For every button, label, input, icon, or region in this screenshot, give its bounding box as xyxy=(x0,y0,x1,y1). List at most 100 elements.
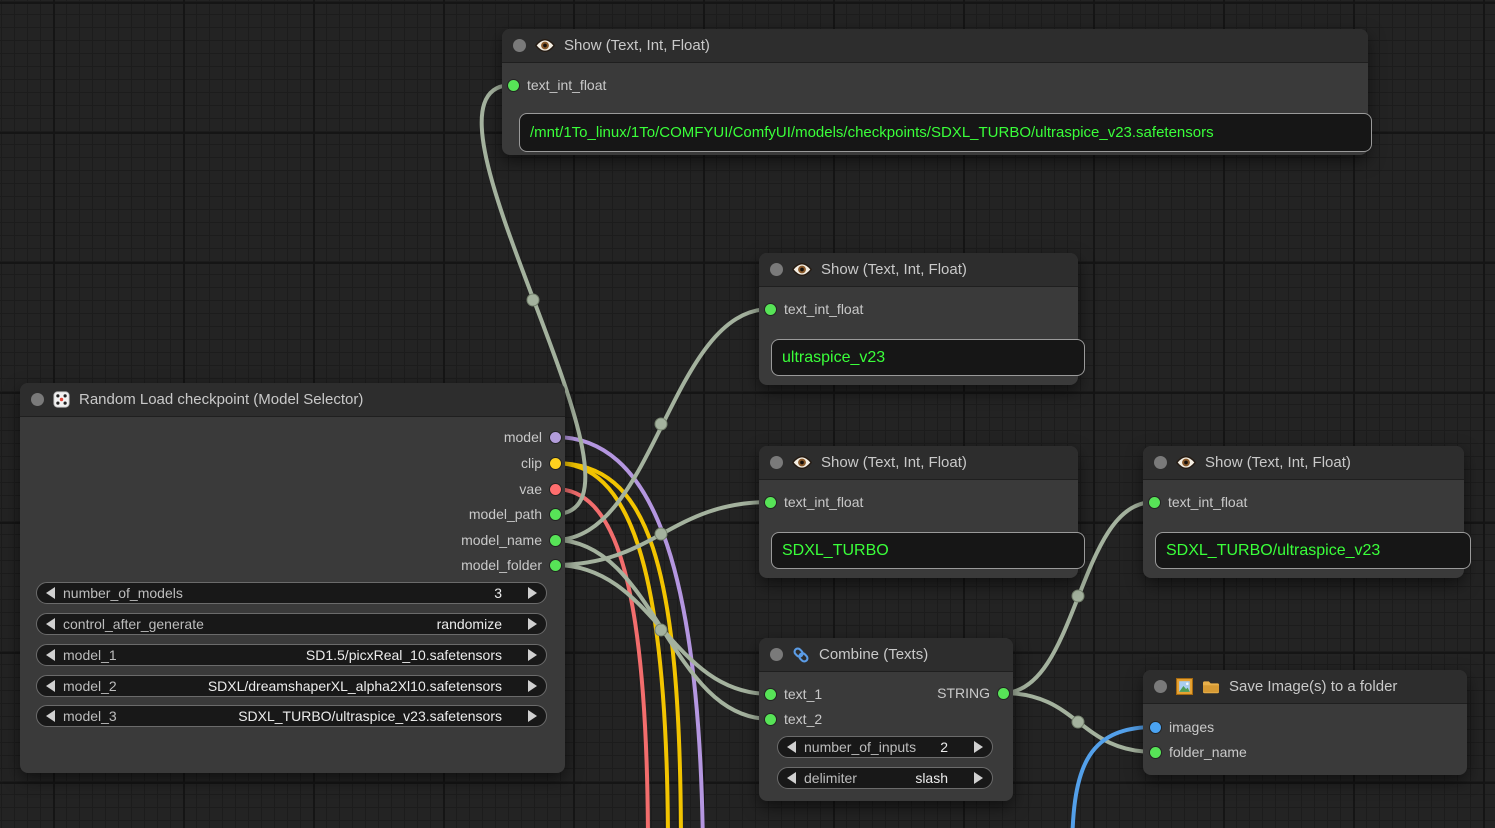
port-dot[interactable] xyxy=(550,560,561,571)
collapse-dot[interactable] xyxy=(513,39,526,52)
port-label: text_int_float xyxy=(527,77,606,93)
input-port-text-1[interactable]: text_1 xyxy=(765,686,822,702)
decrement-arrow-icon[interactable] xyxy=(46,587,55,599)
link-midpoint-dot[interactable] xyxy=(1072,716,1084,728)
decrement-arrow-icon[interactable] xyxy=(787,772,796,784)
node-header[interactable]: Show (Text, Int, Float) xyxy=(759,253,1078,287)
port-dot[interactable] xyxy=(508,80,519,91)
increment-arrow-icon[interactable] xyxy=(528,710,537,722)
output-port-model-name[interactable]: model_name xyxy=(461,532,561,548)
widget-number-of-inputs[interactable]: number_of_inputs 2 xyxy=(777,736,993,758)
eye-icon xyxy=(1176,455,1196,470)
collapse-dot[interactable] xyxy=(770,648,783,661)
increment-arrow-icon[interactable] xyxy=(974,741,983,753)
node-show-text-name[interactable]: Show (Text, Int, Float) text_int_float u… xyxy=(759,253,1078,385)
node-header[interactable]: Save Image(s) to a folder xyxy=(1143,670,1467,704)
output-port-model[interactable]: model xyxy=(504,429,561,445)
node-title: Show (Text, Int, Float) xyxy=(821,261,967,278)
widget-delimiter[interactable]: delimiter slash xyxy=(777,767,993,789)
widget-value[interactable]: 2 xyxy=(940,739,948,755)
port-dot[interactable] xyxy=(550,484,561,495)
collapse-dot[interactable] xyxy=(31,393,44,406)
widget-number-of-models[interactable]: number_of_models 3 xyxy=(36,582,547,604)
value-display[interactable]: SDXL_TURBO xyxy=(771,532,1085,569)
port-label: clip xyxy=(521,455,542,471)
widget-value[interactable]: SDXL/dreamshaperXL_alpha2Xl10.safetensor… xyxy=(208,678,502,694)
node-title: Combine (Texts) xyxy=(819,646,928,663)
output-port-model-path[interactable]: model_path xyxy=(469,506,561,522)
node-graph-canvas[interactable]: Show (Text, Int, Float) text_int_float /… xyxy=(0,0,1495,828)
input-port-folder-name[interactable]: folder_name xyxy=(1150,744,1247,760)
increment-arrow-icon[interactable] xyxy=(528,649,537,661)
port-label: text_int_float xyxy=(784,494,863,510)
decrement-arrow-icon[interactable] xyxy=(46,618,55,630)
collapse-dot[interactable] xyxy=(1154,680,1167,693)
node-random-load-checkpoint[interactable]: Random Load checkpoint (Model Selector) … xyxy=(20,383,565,773)
port-dot[interactable] xyxy=(765,689,776,700)
node-header[interactable]: Random Load checkpoint (Model Selector) xyxy=(20,383,565,417)
node-header[interactable]: Show (Text, Int, Float) xyxy=(502,29,1368,63)
widget-control-after-generate[interactable]: control_after_generate randomize xyxy=(36,613,547,635)
port-dot[interactable] xyxy=(1150,747,1161,758)
node-title: Random Load checkpoint (Model Selector) xyxy=(79,391,363,408)
decrement-arrow-icon[interactable] xyxy=(46,710,55,722)
input-port-text-int-float[interactable]: text_int_float xyxy=(1149,494,1247,510)
output-port-string[interactable]: STRING xyxy=(937,685,1009,701)
node-combine-texts[interactable]: Combine (Texts) text_1 text_2 STRING num… xyxy=(759,638,1013,801)
increment-arrow-icon[interactable] xyxy=(528,618,537,630)
input-port-text-int-float[interactable]: text_int_float xyxy=(765,301,863,317)
port-dot[interactable] xyxy=(1150,722,1161,733)
port-dot[interactable] xyxy=(550,509,561,520)
port-dot[interactable] xyxy=(550,432,561,443)
decrement-arrow-icon[interactable] xyxy=(46,680,55,692)
link-midpoint-dot[interactable] xyxy=(1072,590,1084,602)
port-dot[interactable] xyxy=(1149,497,1160,508)
widget-model-3[interactable]: model_3 SDXL_TURBO/ultraspice_v23.safete… xyxy=(36,705,547,727)
widget-value[interactable]: randomize xyxy=(437,616,502,632)
node-show-text-folder[interactable]: Show (Text, Int, Float) text_int_float S… xyxy=(759,446,1078,578)
port-dot[interactable] xyxy=(765,497,776,508)
widget-value[interactable]: SDXL_TURBO/ultraspice_v23.safetensors xyxy=(238,708,502,724)
dice-icon xyxy=(53,391,70,408)
input-port-text-int-float[interactable]: text_int_float xyxy=(765,494,863,510)
widget-value[interactable]: 3 xyxy=(494,585,502,601)
output-port-clip[interactable]: clip xyxy=(521,455,561,471)
increment-arrow-icon[interactable] xyxy=(528,587,537,599)
decrement-arrow-icon[interactable] xyxy=(46,649,55,661)
port-dot[interactable] xyxy=(998,688,1009,699)
link-midpoint-dot[interactable] xyxy=(527,294,539,306)
output-port-model-folder[interactable]: model_folder xyxy=(461,557,561,573)
value-display[interactable]: SDXL_TURBO/ultraspice_v23 xyxy=(1155,532,1471,569)
input-port-text-int-float[interactable]: text_int_float xyxy=(508,77,606,93)
link-midpoint-dot[interactable] xyxy=(655,528,667,540)
node-header[interactable]: Combine (Texts) xyxy=(759,638,1013,672)
collapse-dot[interactable] xyxy=(1154,456,1167,469)
port-dot[interactable] xyxy=(550,535,561,546)
link-midpoint-dot[interactable] xyxy=(655,418,667,430)
node-show-text-combined[interactable]: Show (Text, Int, Float) text_int_float S… xyxy=(1143,446,1464,578)
value-display[interactable]: ultraspice_v23 xyxy=(771,339,1085,376)
widget-value[interactable]: slash xyxy=(915,770,948,786)
widget-model-2[interactable]: model_2 SDXL/dreamshaperXL_alpha2Xl10.sa… xyxy=(36,675,547,697)
node-show-text-path[interactable]: Show (Text, Int, Float) text_int_float /… xyxy=(502,29,1368,155)
node-header[interactable]: Show (Text, Int, Float) xyxy=(759,446,1078,480)
port-label: model_folder xyxy=(461,557,542,573)
widget-model-1[interactable]: model_1 SD1.5/picxReal_10.safetensors xyxy=(36,644,547,666)
collapse-dot[interactable] xyxy=(770,456,783,469)
decrement-arrow-icon[interactable] xyxy=(787,741,796,753)
increment-arrow-icon[interactable] xyxy=(974,772,983,784)
link-midpoint-dot[interactable] xyxy=(655,624,667,636)
value-display[interactable]: /mnt/1To_linux/1To/COMFYUI/ComfyUI/model… xyxy=(519,113,1372,152)
port-dot[interactable] xyxy=(550,458,561,469)
port-dot[interactable] xyxy=(765,304,776,315)
output-port-vae[interactable]: vae xyxy=(519,481,561,497)
node-save-images-to-folder[interactable]: Save Image(s) to a folder images folder_… xyxy=(1143,670,1467,775)
collapse-dot[interactable] xyxy=(770,263,783,276)
node-title: Show (Text, Int, Float) xyxy=(821,454,967,471)
widget-value[interactable]: SD1.5/picxReal_10.safetensors xyxy=(306,647,502,663)
increment-arrow-icon[interactable] xyxy=(528,680,537,692)
input-port-images[interactable]: images xyxy=(1150,719,1214,735)
node-header[interactable]: Show (Text, Int, Float) xyxy=(1143,446,1464,480)
port-dot[interactable] xyxy=(765,714,776,725)
input-port-text-2[interactable]: text_2 xyxy=(765,711,822,727)
